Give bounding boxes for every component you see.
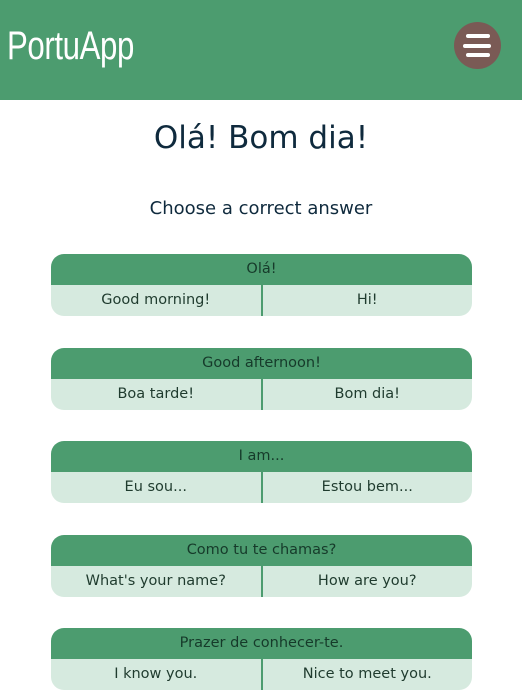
answer-option-left[interactable]: What's your name? bbox=[51, 566, 261, 597]
answer-option-left[interactable]: Eu sou... bbox=[51, 472, 261, 503]
quiz-question-card: Como tu te chamas? What's your name? How… bbox=[51, 535, 472, 597]
menu-icon bbox=[466, 34, 490, 38]
answer-option-left[interactable]: Good morning! bbox=[51, 285, 261, 316]
answer-options: What's your name? How are you? bbox=[51, 566, 472, 597]
quiz-question-card: Olá! Good morning! Hi! bbox=[51, 254, 472, 316]
question-prompt: Prazer de conhecer-te. bbox=[51, 628, 472, 659]
question-prompt: Como tu te chamas? bbox=[51, 535, 472, 566]
answer-option-right[interactable]: Bom dia! bbox=[263, 379, 473, 410]
answer-options: Good morning! Hi! bbox=[51, 285, 472, 316]
quiz-instruction: Choose a correct answer bbox=[149, 198, 373, 219]
quiz-question-card: Prazer de conhecer-te. I know you. Nice … bbox=[51, 628, 472, 690]
app-logo[interactable]: PortuApp bbox=[7, 24, 134, 69]
answer-option-right[interactable]: Nice to meet you. bbox=[263, 659, 473, 690]
answer-option-right[interactable]: Estou bem... bbox=[263, 472, 473, 503]
question-prompt: Olá! bbox=[51, 254, 472, 285]
answer-option-right[interactable]: Hi! bbox=[263, 285, 473, 316]
answer-option-left[interactable]: I know you. bbox=[51, 659, 261, 690]
answer-options: I know you. Nice to meet you. bbox=[51, 659, 472, 690]
quiz-question-card: Good afternoon! Boa tarde! Bom dia! bbox=[51, 348, 472, 410]
quiz-question-card: I am... Eu sou... Estou bem... bbox=[51, 441, 472, 503]
app-header: PortuApp bbox=[0, 0, 522, 100]
page-title: Olá! Bom dia! bbox=[153, 120, 369, 156]
hamburger-menu-button[interactable] bbox=[454, 22, 501, 69]
question-prompt: Good afternoon! bbox=[51, 348, 472, 379]
question-prompt: I am... bbox=[51, 441, 472, 472]
answer-option-right[interactable]: How are you? bbox=[263, 566, 473, 597]
answer-options: Boa tarde! Bom dia! bbox=[51, 379, 472, 410]
answer-options: Eu sou... Estou bem... bbox=[51, 472, 472, 503]
answer-option-left[interactable]: Boa tarde! bbox=[51, 379, 261, 410]
